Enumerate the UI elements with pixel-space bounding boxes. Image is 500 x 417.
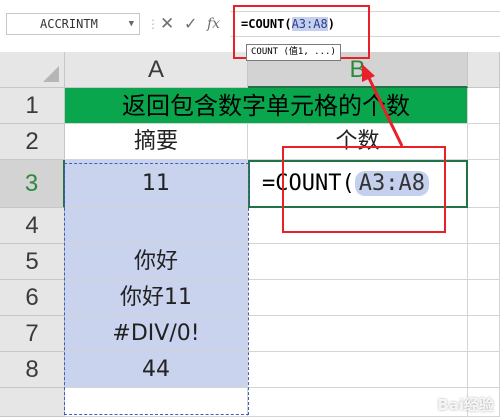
fx-icon[interactable]: fx [207,13,220,35]
formula-close: ) [327,17,335,31]
cell-c3[interactable] [468,160,500,208]
caret-down-icon[interactable]: ▼ [129,14,134,34]
cell-c6[interactable] [468,280,500,316]
cell-a5[interactable]: 你好 [65,244,248,280]
cell-b3-editing[interactable]: =COUNT(A3:A8 [248,160,468,208]
enter-icon[interactable]: ✓ [184,13,197,35]
select-all-triangle-icon [43,66,59,82]
row-header-3[interactable]: 3 [0,160,65,208]
separator-dots-icon: ⋮ [147,17,159,31]
row-header-1[interactable]: 1 [0,88,65,124]
cell-a2[interactable]: 摘要 [65,124,248,160]
row-header-5[interactable]: 5 [0,244,65,280]
cell-c8[interactable] [468,352,500,388]
cell-b7[interactable] [248,316,468,352]
cell-b4[interactable] [248,208,468,244]
formula-input[interactable]: =COUNT(A3:A8) [230,11,500,37]
cell-b8[interactable] [248,352,468,388]
row-header-7[interactable]: 7 [0,316,65,352]
row-header-8[interactable]: 8 [0,352,65,388]
cell-formula-text: =COUNT( [262,171,355,196]
title-cell[interactable]: 返回包含数字单元格的个数 [65,88,468,124]
formula-range-ref: A3:A8 [291,17,328,31]
cell-a4[interactable] [65,208,248,244]
cell-c1[interactable] [468,88,500,124]
cell-c5[interactable] [468,244,500,280]
column-header-a[interactable]: A [65,52,248,88]
cell-a7[interactable]: #DIV/0! [65,316,248,352]
cell-formula-range-ref: A3:A8 [354,171,429,196]
formula-text: =COUNT( [241,17,292,31]
cancel-icon[interactable]: ✕ [160,13,174,35]
cell-c4[interactable] [468,208,500,244]
cell-a8[interactable]: 44 [65,352,248,388]
cell-c2[interactable] [468,124,500,160]
row-header-6[interactable]: 6 [0,280,65,316]
function-tooltip: COUNT (值1, ...) [246,44,341,61]
column-header-c[interactable] [468,52,500,88]
name-box[interactable]: ACCRINTM ▼ [6,13,140,35]
cell-b2[interactable]: 个数 [248,124,468,160]
row-header-2[interactable]: 2 [0,124,65,160]
cell-a3[interactable]: 11 [65,160,248,208]
name-box-value: ACCRINTM [40,17,98,31]
select-all-corner[interactable] [0,52,65,88]
row-header-9[interactable] [0,388,65,417]
cell-b9[interactable] [248,388,468,417]
cell-b6[interactable] [248,280,468,316]
cell-c7[interactable] [468,316,500,352]
cell-a9[interactable] [65,388,248,417]
row-header-4[interactable]: 4 [0,208,65,244]
watermark-logo: Bai经验 [437,396,494,414]
cell-a6[interactable]: 你好11 [65,280,248,316]
cell-b5[interactable] [248,244,468,280]
